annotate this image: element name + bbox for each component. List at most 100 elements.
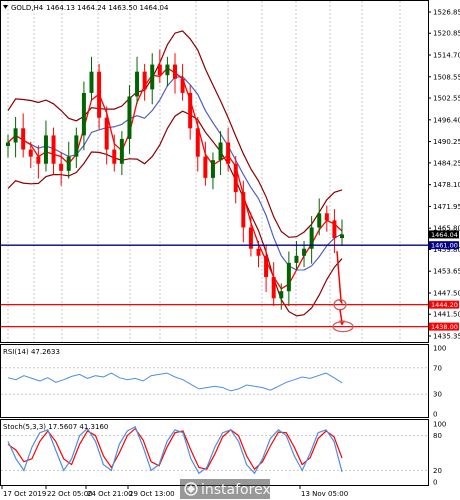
chart-title: GOLD,H4 [11,4,44,12]
ma-slow-line [7,76,343,271]
stoch-tick-label: 80 [433,432,442,440]
price-axis: 1526.85 1520.85 1514.70 1508.55 1502.55 1496.… [428,9,460,341]
price-tick-label: 1526.85 [433,9,460,17]
rsi-line [7,372,343,392]
candle-body [74,135,79,157]
stoch-lines [7,426,343,475]
candle-body [264,255,269,278]
chart-ohlc: 1464.13 1464.24 1463.50 1464.04 [46,4,169,12]
horizontal-levels [1,244,428,328]
candle-body [89,71,94,93]
stoch-grid [1,435,428,471]
bollinger-lower [7,110,343,317]
candle-body [203,156,208,178]
time-axis: 17 Oct 2019 22 Oct 05:0024 Oct 21:0029 Oc… [1,486,348,498]
candle-body [6,142,10,147]
candle-body [142,71,147,90]
price-tick-label: 1441.50 [433,311,460,319]
candles [6,49,344,310]
rsi-label: RSI(14) 47.2633 [3,348,60,356]
candle-body [150,64,155,90]
candle-body [332,220,337,239]
price-tick-label: 1520.85 [433,30,460,38]
rsi-tick-label: 70 [433,364,442,372]
price-tick-label: 1484.25 [433,159,460,167]
candle-body [340,234,344,239]
candle-body [218,142,223,161]
bollinger-middle [7,76,343,271]
candle-body [13,128,18,143]
price-tick-label: 1496.40 [433,116,460,124]
stoch-label: Stoch(5,3,3) 17.5607 41.3160 [3,423,108,431]
price-tick-label: 1447.50 [433,289,460,297]
price-tick-label: 1471.95 [433,203,460,211]
blue-level-line-tag-label: 1461.00 [431,242,458,250]
candle-body [165,64,170,76]
candle-body [226,142,231,164]
current-price-tag-label: 1464.04 [431,231,458,239]
time-tick-label: 13 Nov 05:00 [301,490,348,498]
rsi-pane[interactable]: RSI(14) 47.2633 100 70 30 0 [0,344,447,419]
candle-body [135,71,140,97]
stoch-tick-label: 100 [433,421,446,429]
candle-body [127,96,132,139]
price-tick-label: 1478.10 [433,181,460,189]
projection-arrows [332,251,354,333]
stoch-pane[interactable]: Stoch(5,3,3) 17.5607 41.3160 100 80 20 0 [0,419,447,487]
candle-body [43,135,48,164]
candle-body [294,255,299,263]
candle-body [324,213,329,221]
price-tick-label: 1453.65 [433,268,460,276]
time-tick-label: 24 Oct 21:00 [87,490,133,498]
candle-body [28,149,33,157]
candle-body [59,163,64,171]
candle-body [233,163,238,193]
ma-fast-line [7,67,343,290]
candle-body [180,78,185,93]
candle-body [97,71,102,118]
price-tick-label: 1508.55 [433,73,460,81]
red-level-1-line-tag-label: 1444.20 [431,301,458,309]
time-tick-label: 22 Oct 05:00 [47,490,93,498]
candle-body [271,277,276,299]
stoch-tick-label: 20 [433,467,442,475]
candle-body [21,128,26,150]
rsi-tick-label: 0 [433,411,437,419]
time-tick-label: 29 Oct 13:00 [129,490,175,498]
candle-body [279,291,284,299]
chart-header: GOLD,H4 1464.13 1464.24 1463.50 1464.04 [3,4,169,12]
candle-body [112,149,117,164]
price-tick-label: 1502.55 [433,95,460,103]
stoch-tick-label: 0 [433,479,437,487]
candle-body [66,156,71,171]
rsi-tick-label: 100 [433,345,446,353]
time-tick-label: 17 Oct 2019 [3,490,46,498]
rsi-pane-border [0,344,429,418]
chart-canvas[interactable]: 1526.85 1520.85 1514.70 1508.55 1502.55 1496.… [0,0,460,500]
candle-body [256,248,261,256]
candle-body [302,248,307,256]
candle-body [286,262,291,292]
watermark-brand: instaforex [201,482,271,498]
rsi-grid [1,367,428,395]
price-pane[interactable]: 1526.85 1520.85 1514.70 1508.55 1502.55 1496.… [0,0,460,343]
price-tick-label: 1490.25 [433,138,460,146]
candle-body [51,135,56,164]
candle-body [173,64,177,79]
candle-body [241,192,246,228]
candle-body [195,128,200,157]
candle-body [119,138,124,164]
price-tick-label: 1514.70 [433,52,460,60]
rsi-line-path [7,372,343,392]
candle-body [317,213,322,228]
rsi-axis: 100 70 30 0 [433,345,446,419]
chart-dropdown-icon[interactable] [3,5,8,9]
red-level-2-line-tag-label: 1438.00 [431,323,458,331]
moving-averages [7,67,343,290]
candle-body [210,160,215,178]
stoch-axis: 100 80 20 0 [433,421,446,487]
candle-body [157,64,162,76]
candle-body [36,156,41,164]
projection-arrow-1 [336,251,342,301]
rsi-tick-label: 30 [433,391,442,399]
